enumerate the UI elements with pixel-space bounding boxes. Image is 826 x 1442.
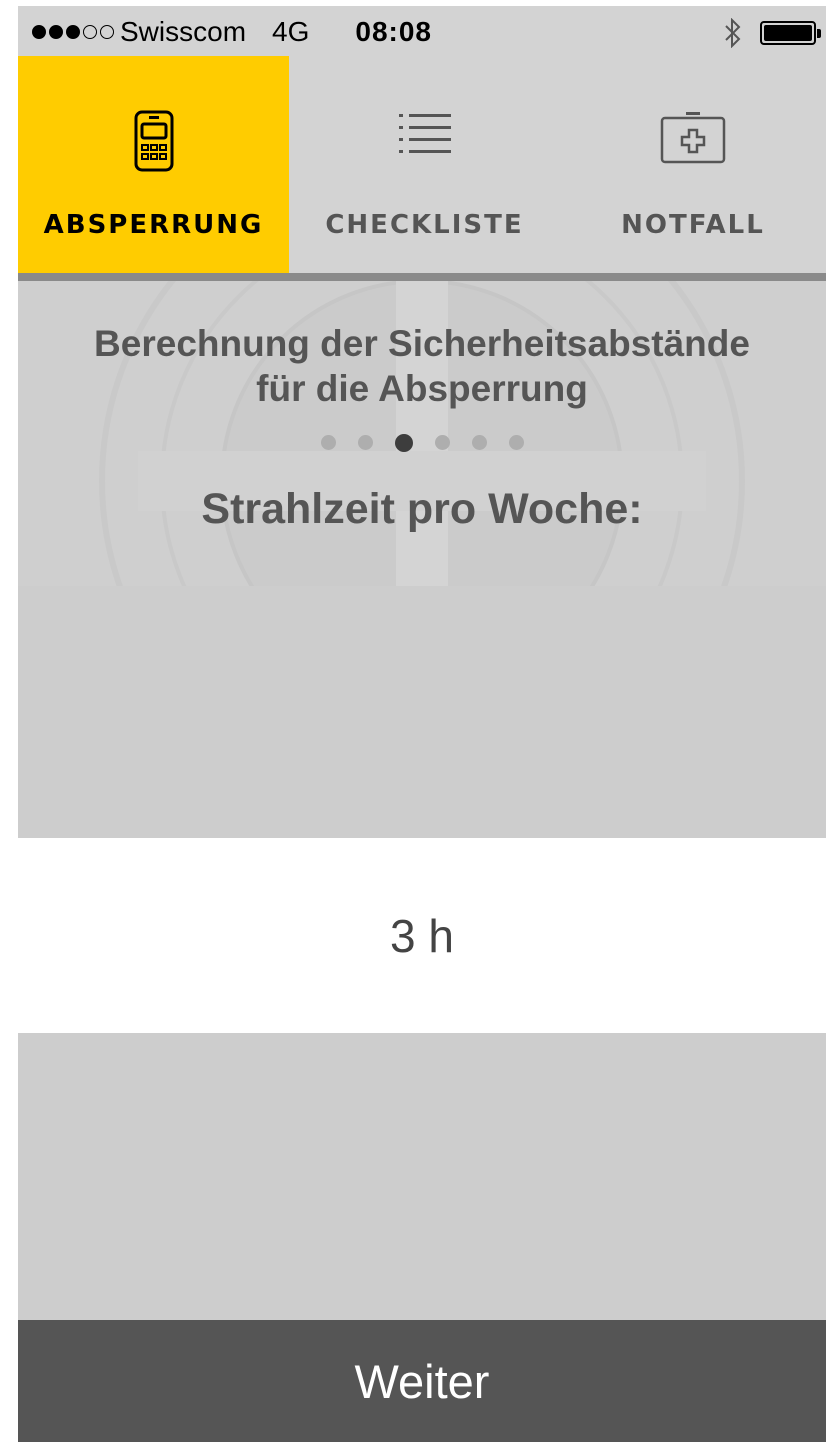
tab-label: ABSPERRUNG [43,210,264,240]
header-area: Berechnung der Sicherheitsabstände für d… [18,281,826,586]
status-right [724,18,821,48]
next-button-label: Weiter [354,1354,490,1408]
tab-notfall[interactable]: NOTFALL [560,56,826,273]
signal-dot [100,25,114,39]
battery-fill [764,25,812,41]
page-dot[interactable] [471,435,487,450]
network-type: 4G [272,16,310,47]
app-screen: Swisscom 4G 08:08 ABSPERRUNG CHECKLISTE … [18,6,826,1442]
page-title-line: für die Absperrung [256,368,588,409]
carrier-name: Swisscom [120,16,247,47]
status-left: Swisscom 4G 08:08 [32,16,432,48]
tab-absperrung[interactable]: ABSPERRUNG [18,56,289,273]
tab-icon-wrap [397,110,453,210]
tab-icon-wrap [660,110,726,210]
tab-divider [18,273,826,281]
page-title: Berechnung der Sicherheitsabstände für d… [18,321,826,411]
status-time: 08:08 [355,16,432,47]
page-indicator [18,433,826,452]
picker-selected-value: 3 h [390,909,454,962]
next-button[interactable]: Weiter [18,1320,826,1442]
tab-bar: ABSPERRUNG CHECKLISTE NOTFALL [18,56,826,273]
page-dot[interactable] [508,435,524,450]
list-icon [398,114,451,153]
signal-dot [32,25,46,39]
bluetooth-icon [725,18,741,48]
page-title-line: Berechnung der Sicherheitsabstände [94,323,750,364]
tab-icon-wrap [134,110,174,210]
tab-label: CHECKLISTE [325,210,524,240]
tab-checkliste[interactable]: CHECKLISTE [289,56,560,273]
signal-dot [66,25,80,39]
battery-icon [760,21,821,45]
page-dot[interactable] [434,435,450,450]
question-label: Strahlzeit pro Woche: [201,485,643,533]
signal-strength-icon [32,25,114,39]
signal-dot [49,25,63,39]
page-dot[interactable] [357,435,373,450]
status-bar: Swisscom 4G 08:08 [18,6,826,56]
page-dot-active[interactable] [394,433,413,452]
page-dot[interactable] [320,435,336,450]
first-aid-kit-icon [660,112,726,164]
tab-label: NOTFALL [621,210,765,240]
signal-dot [83,25,97,39]
picker-selected-row[interactable]: 3 h [18,838,826,1033]
dosimeter-icon [134,110,173,172]
duration-picker[interactable]: 3 h [18,586,826,1322]
